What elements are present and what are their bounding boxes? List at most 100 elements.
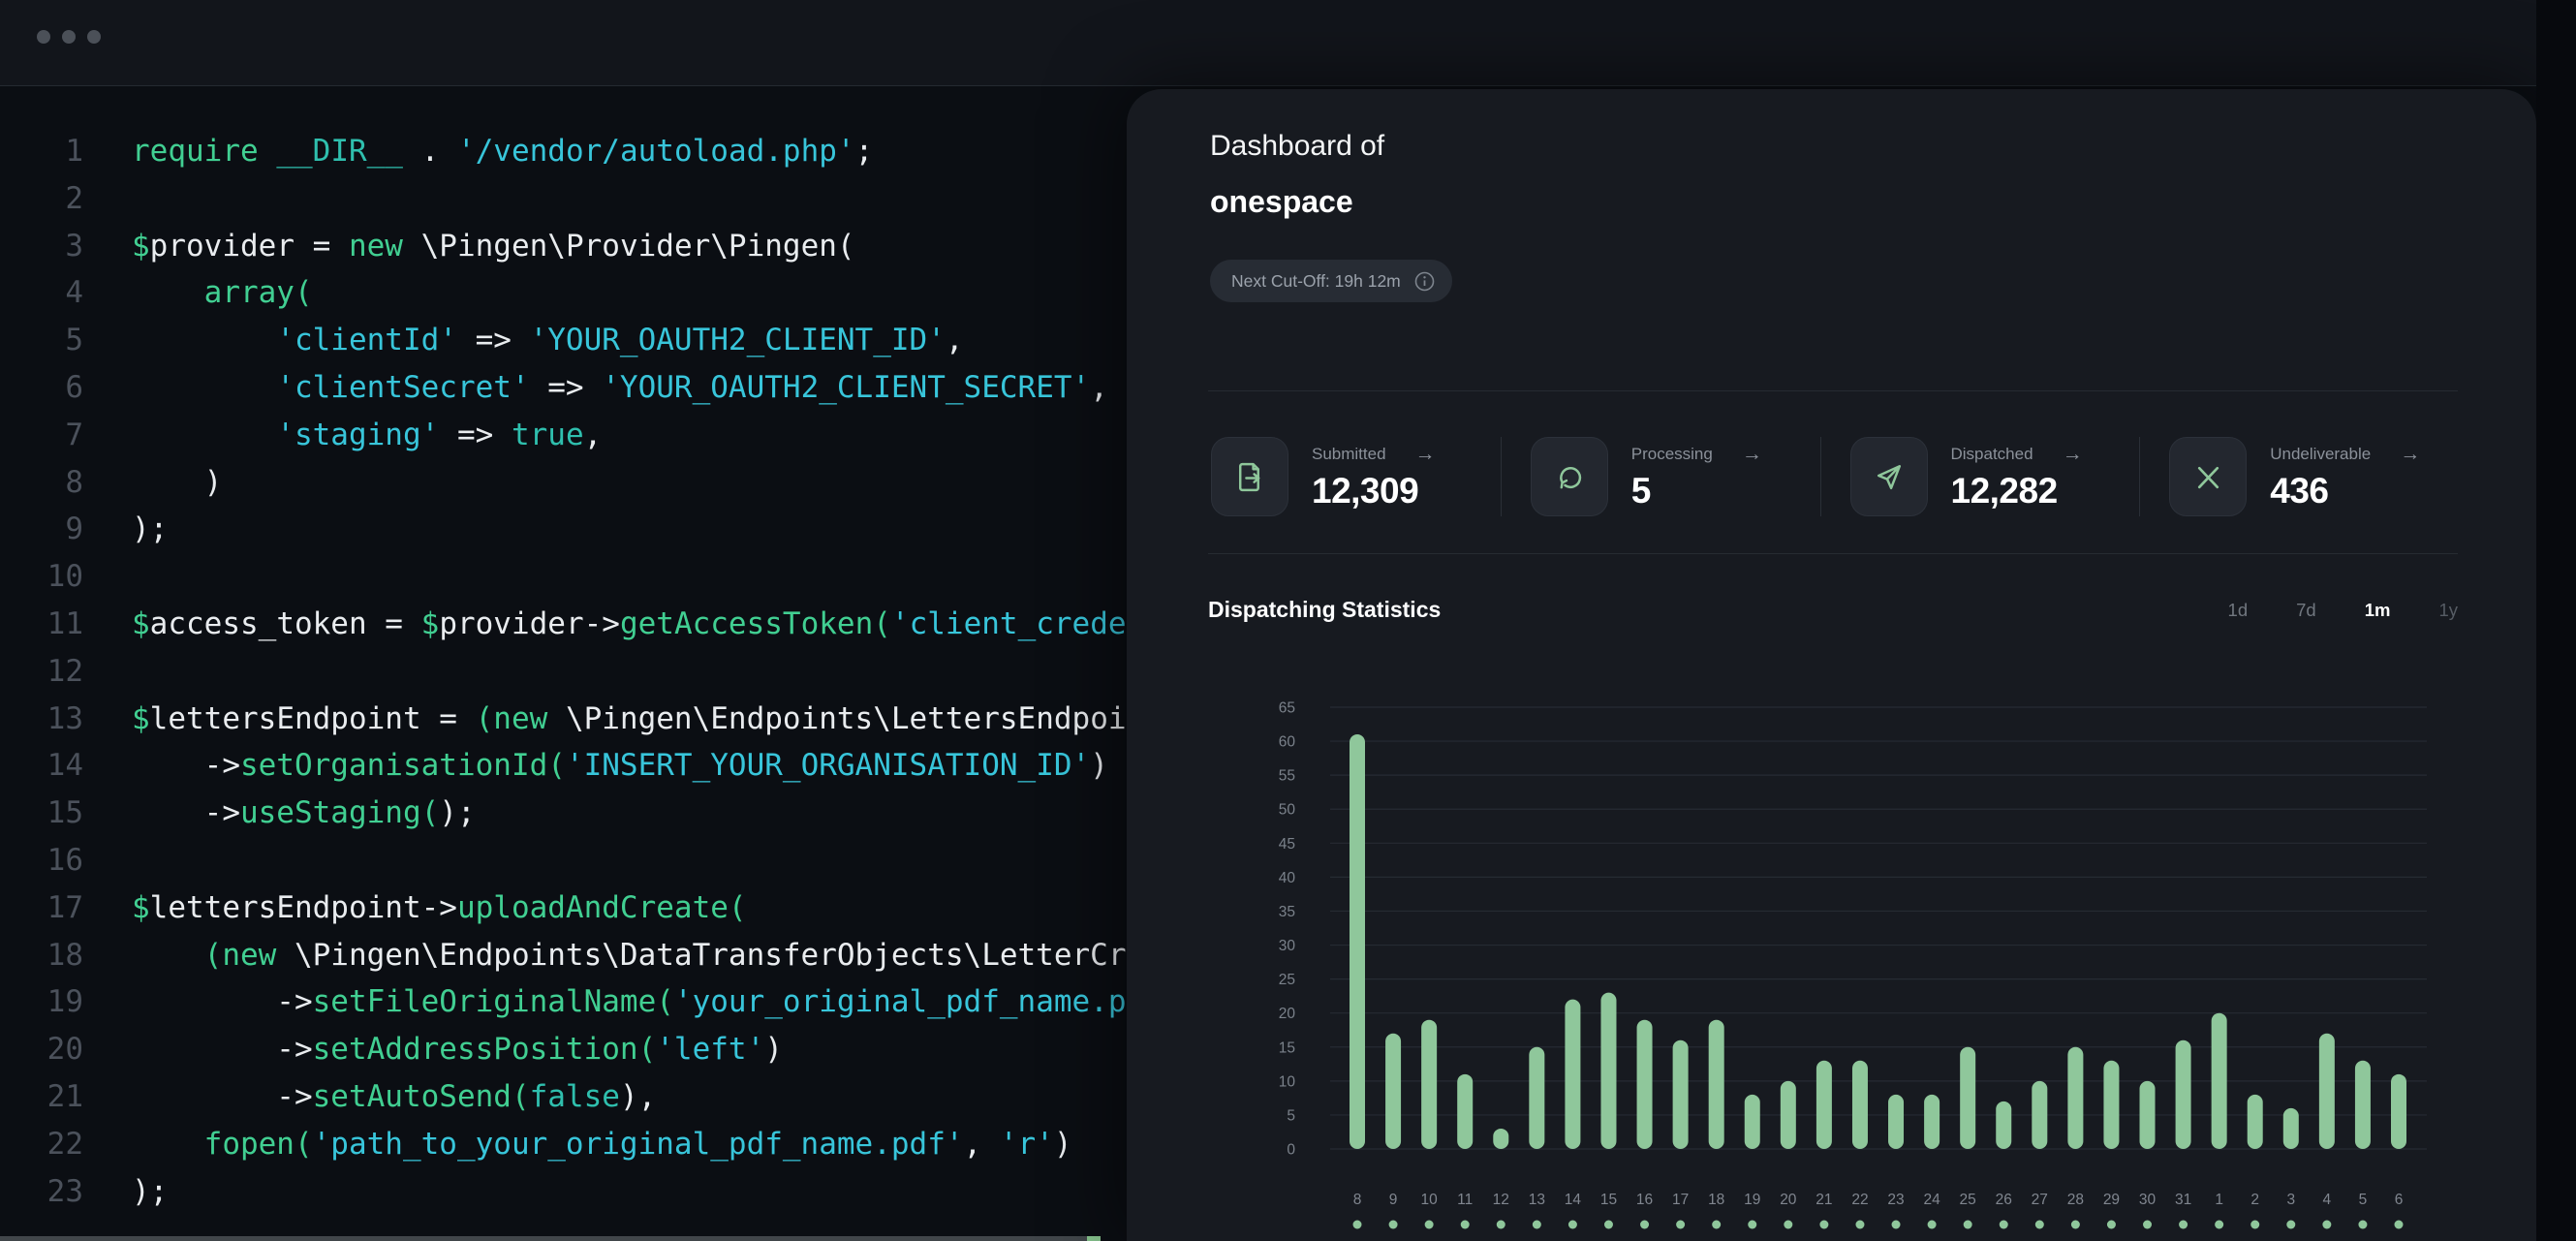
progress-handle[interactable] bbox=[1087, 1236, 1101, 1241]
range-button-7d[interactable]: 7d bbox=[2296, 600, 2316, 621]
range-selector: 1d 7d 1m 1y bbox=[2228, 600, 2458, 621]
x-tick-label: 19 bbox=[1744, 1192, 1760, 1208]
bar-day-26[interactable] bbox=[1996, 1101, 2011, 1149]
bar-day-23[interactable] bbox=[1888, 1095, 1904, 1149]
x-tick-label: 4 bbox=[2323, 1192, 2332, 1208]
x-tick-label: 16 bbox=[1636, 1192, 1653, 1208]
send-icon bbox=[1871, 459, 1907, 495]
bar-day-30[interactable] bbox=[2140, 1081, 2156, 1149]
x-icon bbox=[2190, 459, 2226, 495]
stat-submitted[interactable]: Submitted→12,309 bbox=[1211, 437, 1501, 516]
y-tick-label: 50 bbox=[1279, 802, 1296, 819]
day-status-dot bbox=[2358, 1221, 2367, 1229]
line-number: 1 bbox=[29, 128, 83, 175]
dispatching-chart[interactable]: 0510152025303540455055606589101112131415… bbox=[1127, 670, 2536, 1241]
bar-day-2[interactable] bbox=[2248, 1095, 2263, 1149]
bar-day-9[interactable] bbox=[1385, 1034, 1401, 1149]
x-tick-label: 23 bbox=[1887, 1192, 1904, 1208]
bar-day-11[interactable] bbox=[1457, 1074, 1473, 1149]
arrow-right-icon: → bbox=[1415, 443, 1436, 466]
bar-day-18[interactable] bbox=[1709, 1020, 1724, 1149]
bar-day-28[interactable] bbox=[2067, 1047, 2083, 1149]
bar-day-13[interactable] bbox=[1529, 1047, 1544, 1149]
bar-day-14[interactable] bbox=[1565, 1000, 1580, 1149]
bar-day-29[interactable] bbox=[2103, 1061, 2119, 1149]
code-text bbox=[132, 837, 150, 884]
code-text: $lettersEndpoint->uploadAndCreate( bbox=[132, 884, 747, 932]
bar-day-27[interactable] bbox=[2032, 1081, 2047, 1149]
bar-day-6[interactable] bbox=[2391, 1074, 2406, 1149]
line-number: 14 bbox=[29, 742, 83, 790]
stat-processing[interactable]: Processing→5 bbox=[1501, 437, 1820, 516]
bar-day-1[interactable] bbox=[2212, 1013, 2227, 1149]
day-status-dot bbox=[2071, 1221, 2080, 1229]
code-text: 'clientId' => 'YOUR_OAUTH2_CLIENT_ID', bbox=[132, 317, 964, 364]
line-number: 8 bbox=[29, 459, 83, 507]
code-text: array( bbox=[132, 269, 313, 317]
day-status-dot bbox=[2000, 1221, 2008, 1229]
info-icon[interactable] bbox=[1414, 271, 1435, 292]
y-tick-label: 5 bbox=[1287, 1107, 1295, 1124]
stats-row: Submitted→12,309Processing→5Dispatched→1… bbox=[1211, 437, 2459, 516]
day-status-dot bbox=[1425, 1221, 1434, 1229]
day-status-dot bbox=[1604, 1221, 1613, 1229]
day-status-dot bbox=[2215, 1221, 2223, 1229]
bar-day-24[interactable] bbox=[1924, 1095, 1940, 1149]
bar-day-21[interactable] bbox=[1816, 1061, 1832, 1149]
bar-day-12[interactable] bbox=[1493, 1129, 1508, 1149]
stat-undeliverable[interactable]: Undeliverable→436 bbox=[2139, 437, 2459, 516]
dashboard-panel: Dashboard of onespace Next Cut-Off: 19h … bbox=[1127, 89, 2536, 1241]
line-number: 15 bbox=[29, 790, 83, 837]
divider bbox=[1208, 390, 2458, 391]
cutoff-badge-label: Next Cut-Off: 19h 12m bbox=[1231, 271, 1401, 292]
window-dot-icon bbox=[87, 30, 101, 44]
bar-day-22[interactable] bbox=[1852, 1061, 1868, 1149]
day-status-dot bbox=[2143, 1221, 2152, 1229]
bar-day-17[interactable] bbox=[1673, 1040, 1689, 1149]
day-status-dot bbox=[1819, 1221, 1828, 1229]
bar-day-15[interactable] bbox=[1600, 993, 1616, 1149]
video-progress-bar[interactable] bbox=[0, 1236, 1101, 1241]
line-number: 16 bbox=[29, 837, 83, 884]
x-tick-label: 28 bbox=[2067, 1192, 2084, 1208]
line-number: 7 bbox=[29, 412, 83, 459]
stat-label: Submitted bbox=[1312, 445, 1386, 464]
bar-day-20[interactable] bbox=[1781, 1081, 1796, 1149]
line-number: 5 bbox=[29, 317, 83, 364]
bar-day-16[interactable] bbox=[1637, 1020, 1653, 1149]
window-dot-icon bbox=[37, 30, 50, 44]
line-number: 23 bbox=[29, 1168, 83, 1216]
bar-day-31[interactable] bbox=[2176, 1040, 2191, 1149]
chart-header: Dispatching Statistics 1d7d1m1y bbox=[1208, 597, 2458, 623]
bar-day-4[interactable] bbox=[2319, 1034, 2335, 1149]
y-tick-label: 10 bbox=[1279, 1073, 1296, 1090]
page-right-gutter bbox=[2536, 0, 2576, 1241]
bar-day-19[interactable] bbox=[1745, 1095, 1760, 1149]
line-number: 9 bbox=[29, 506, 83, 553]
file-export-icon bbox=[1232, 459, 1268, 495]
range-button-1y[interactable]: 1y bbox=[2438, 600, 2458, 621]
dashboard-title-org: onespace bbox=[1210, 184, 1353, 220]
x-tick-label: 22 bbox=[1851, 1192, 1868, 1208]
range-button-1m[interactable]: 1m bbox=[2365, 600, 2391, 621]
day-status-dot bbox=[2395, 1221, 2404, 1229]
bar-day-25[interactable] bbox=[1960, 1047, 1975, 1149]
stat-icon-tile bbox=[1211, 437, 1288, 516]
line-number: 17 bbox=[29, 884, 83, 932]
cutoff-badge[interactable]: Next Cut-Off: 19h 12m bbox=[1210, 260, 1452, 302]
x-tick-label: 8 bbox=[1353, 1192, 1362, 1208]
range-button-1d[interactable]: 1d bbox=[2228, 600, 2249, 621]
day-status-dot bbox=[2286, 1221, 2295, 1229]
screenshot-root: 1require __DIR__ . '/vendor/autoload.php… bbox=[0, 0, 2576, 1241]
y-tick-label: 60 bbox=[1279, 734, 1296, 751]
titlebar-divider bbox=[0, 85, 2576, 86]
bar-day-10[interactable] bbox=[1421, 1020, 1437, 1149]
x-tick-label: 1 bbox=[2215, 1192, 2223, 1208]
code-text: 'staging' => true, bbox=[132, 412, 602, 459]
bar-day-3[interactable] bbox=[2283, 1108, 2299, 1149]
bar-day-8[interactable] bbox=[1350, 734, 1365, 1149]
bar-day-5[interactable] bbox=[2355, 1061, 2371, 1149]
day-status-dot bbox=[1855, 1221, 1864, 1229]
stat-dispatched[interactable]: Dispatched→12,282 bbox=[1820, 437, 2140, 516]
y-tick-label: 40 bbox=[1279, 870, 1296, 886]
